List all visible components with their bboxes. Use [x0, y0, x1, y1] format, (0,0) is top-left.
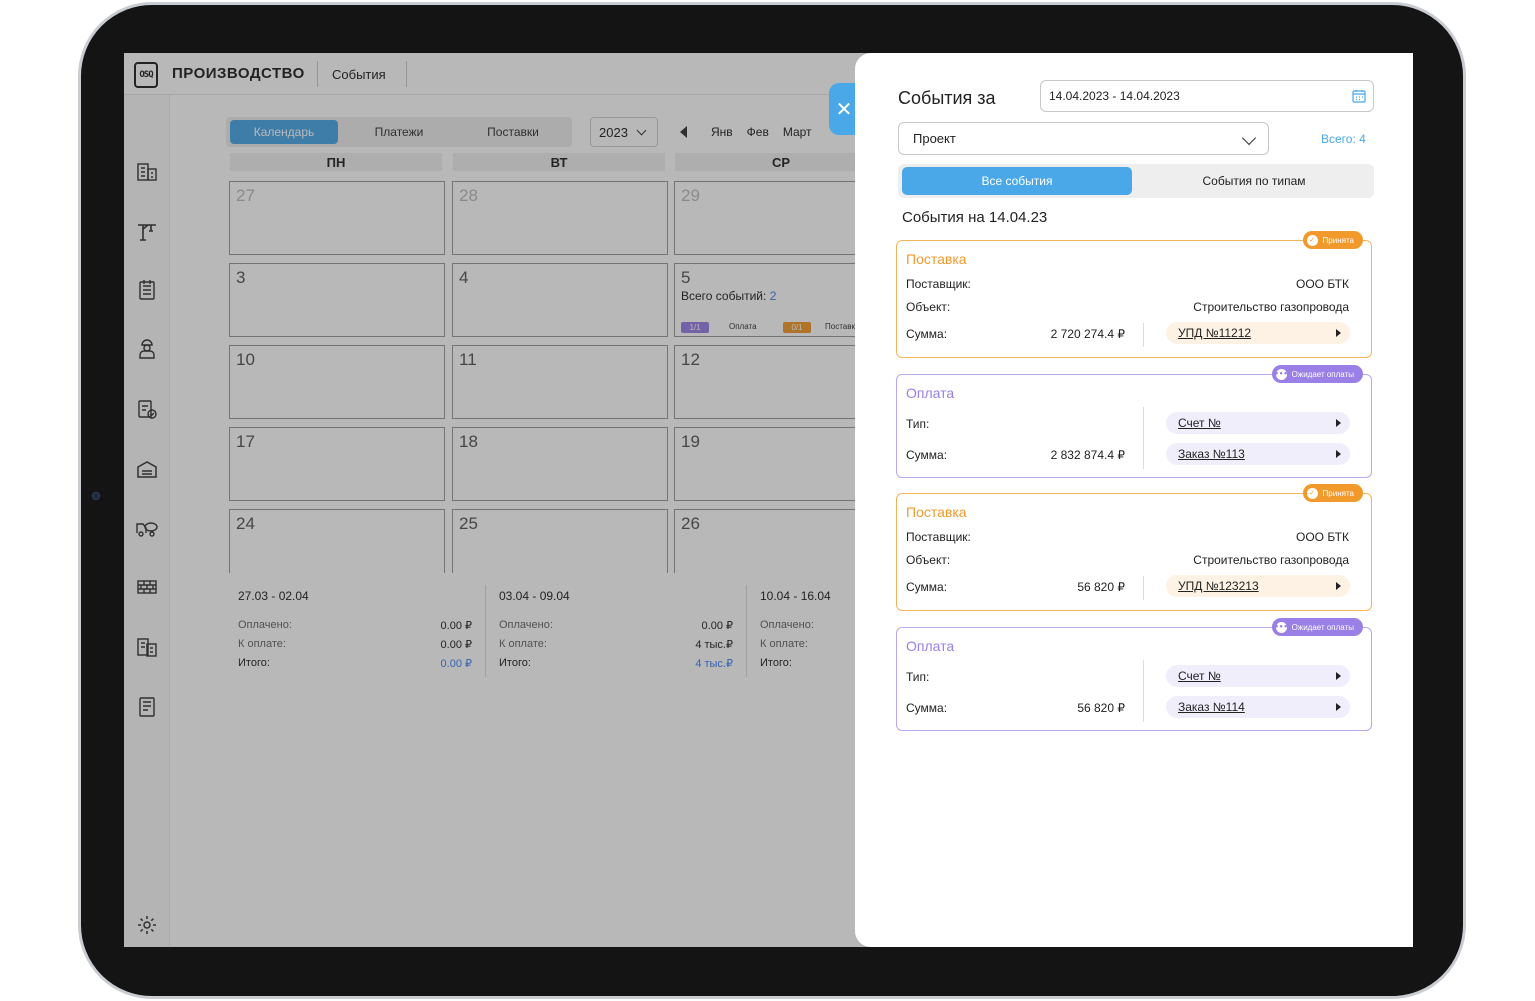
sum-label: Сумма: — [906, 327, 948, 341]
status-badge-text: Принята — [1322, 235, 1354, 245]
object-label: Объект: — [906, 300, 951, 314]
sum-value: 56 820 ₽ — [1077, 580, 1125, 594]
supplier-label: Поставщик: — [906, 530, 971, 544]
event-type: Поставка — [906, 251, 967, 267]
type-label: Тип: — [906, 670, 930, 684]
payment-event-card[interactable]: ••• Ожидает оплаты Оплата Тип: Сумма: 56 … — [896, 618, 1372, 731]
sum-value: 56 820 ₽ — [1077, 701, 1125, 715]
invoice-link-text: Счет № — [1178, 416, 1221, 430]
supplier-label: Поставщик: — [906, 277, 971, 291]
caret-right-icon — [1336, 672, 1341, 680]
pending-icon: ••• — [1274, 621, 1288, 633]
divider — [1143, 576, 1144, 600]
order-link-text: Заказ №113 — [1178, 447, 1245, 461]
order-link-text: Заказ №114 — [1178, 700, 1245, 714]
sum-value: 2 720 274.4 ₽ — [1050, 327, 1125, 341]
date-range-input[interactable]: 14.04.2023 - 14.04.2023 — [1040, 80, 1374, 112]
caret-right-icon — [1336, 703, 1341, 711]
caret-right-icon — [1336, 582, 1341, 590]
document-link[interactable]: УПД №123213 — [1166, 575, 1350, 597]
calendar-icon[interactable] — [1352, 89, 1366, 103]
object-value: Строительство газопровода — [1193, 300, 1349, 314]
panel-title: События за — [898, 88, 996, 108]
sum-label: Сумма: — [906, 448, 948, 462]
status-badge: ✓ Принята — [1302, 231, 1363, 249]
document-link[interactable]: УПД №11212 — [1166, 322, 1350, 344]
status-badge-text: Ожидает оплаты — [1291, 622, 1354, 632]
event-view-toggle: Все события События по типам — [898, 164, 1374, 198]
invoice-link-text: Счет № — [1178, 669, 1221, 683]
caret-right-icon — [1336, 450, 1341, 458]
pending-icon: ••• — [1274, 368, 1288, 380]
order-link[interactable]: Заказ №113 — [1166, 443, 1350, 465]
project-select[interactable]: Проект — [898, 122, 1269, 155]
events-count: Всего: 4 — [1321, 132, 1366, 146]
check-icon: ✓ — [1306, 234, 1318, 246]
status-badge: ✓ Принята — [1302, 484, 1363, 502]
status-badge: ••• Ожидает оплаты — [1271, 365, 1363, 383]
caret-right-icon — [1336, 329, 1341, 337]
invoice-link[interactable]: Счет № — [1166, 665, 1350, 687]
payment-event-card[interactable]: ••• Ожидает оплаты Оплата Тип: Сумма: 2 8… — [896, 365, 1372, 478]
object-value: Строительство газопровода — [1193, 553, 1349, 567]
date-range-value: 14.04.2023 - 14.04.2023 — [1049, 89, 1180, 103]
project-placeholder: Проект — [913, 131, 956, 146]
sum-label: Сумма: — [906, 701, 948, 715]
events-panel: События за 14.04.2023 - 14.04.2023 Проек… — [855, 53, 1413, 947]
camera-dot — [92, 492, 100, 500]
chevron-down-icon — [1241, 130, 1257, 146]
status-badge-text: Ожидает оплаты — [1291, 369, 1354, 379]
event-type: Оплата — [906, 638, 955, 654]
tab-all-events[interactable]: Все события — [902, 167, 1132, 195]
type-label: Тип: — [906, 417, 930, 431]
sum-label: Сумма: — [906, 580, 948, 594]
divider — [1143, 407, 1144, 469]
supplier-value: ООО БТК — [1296, 530, 1349, 544]
caret-right-icon — [1336, 419, 1341, 427]
object-label: Объект: — [906, 553, 951, 567]
supplier-value: ООО БТК — [1296, 277, 1349, 291]
event-type: Оплата — [906, 385, 955, 401]
divider — [1143, 323, 1144, 347]
sum-value: 2 832 874.4 ₽ — [1050, 448, 1125, 462]
divider — [1143, 660, 1144, 722]
tab-events-by-type[interactable]: События по типам — [1138, 167, 1370, 195]
status-badge-text: Принята — [1322, 488, 1354, 498]
invoice-link[interactable]: Счет № — [1166, 412, 1350, 434]
status-badge: ••• Ожидает оплаты — [1271, 618, 1363, 636]
check-icon: ✓ — [1306, 487, 1318, 499]
event-type: Поставка — [906, 504, 967, 520]
delivery-event-card[interactable]: ✓ Принята Поставка Поставщик: ООО БТК Объ… — [896, 231, 1372, 358]
events-date-heading: События на 14.04.23 — [902, 209, 1048, 226]
order-link[interactable]: Заказ №114 — [1166, 696, 1350, 718]
screen: OSQ ПРОИЗВОДСТВО События Календарь Плате… — [124, 53, 1413, 947]
document-link-text: УПД №123213 — [1178, 579, 1259, 593]
delivery-event-card[interactable]: ✓ Принята Поставка Поставщик: ООО БТК Объ… — [896, 484, 1372, 611]
document-link-text: УПД №11212 — [1178, 326, 1252, 340]
